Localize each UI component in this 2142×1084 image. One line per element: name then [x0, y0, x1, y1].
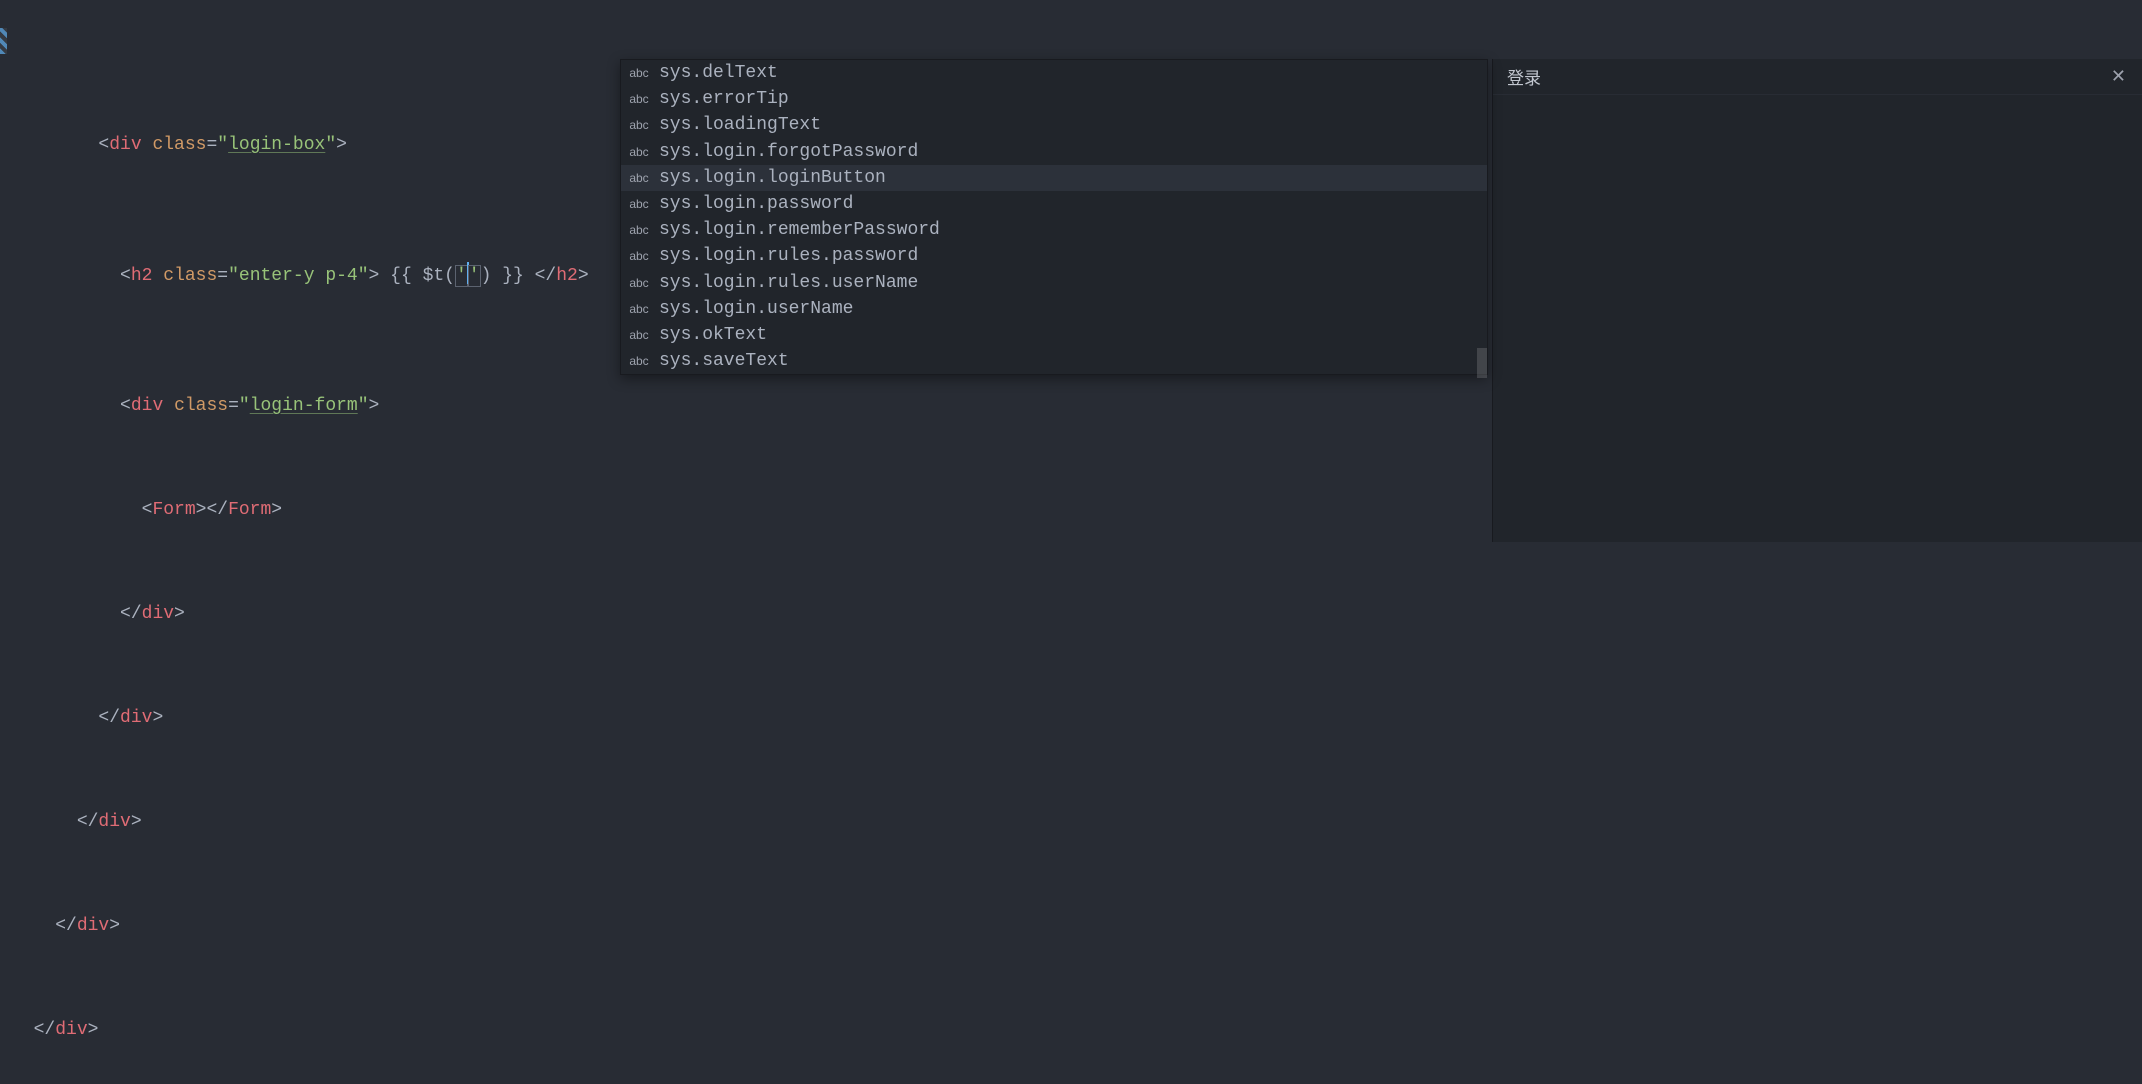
autocomplete-item-label: sys.saveText — [659, 351, 789, 371]
text-kind-icon: abc — [627, 66, 651, 80]
autocomplete-item-label: sys.login.rememberPassword — [659, 220, 940, 240]
text-kind-icon: abc — [627, 354, 651, 368]
suggestion-details-panel: 登录 ✕ — [1492, 59, 2142, 542]
text-kind-icon: abc — [627, 145, 651, 159]
autocomplete-item[interactable]: abc sys.loadingText — [621, 112, 1487, 138]
autocomplete-item-label: sys.login.rules.password — [659, 246, 918, 266]
text-kind-icon: abc — [627, 197, 651, 211]
text-kind-icon: abc — [627, 328, 651, 342]
autocomplete-item[interactable]: abc sys.delText — [621, 60, 1487, 86]
autocomplete-item-label: sys.login.userName — [659, 299, 853, 319]
autocomplete-item[interactable]: abc sys.saveText — [621, 348, 1487, 374]
text-kind-icon: abc — [627, 171, 651, 185]
autocomplete-item-label: sys.errorTip — [659, 89, 789, 109]
gutter-modified-indicator — [0, 28, 7, 54]
autocomplete-item[interactable]: abc sys.login.rememberPassword — [621, 217, 1487, 243]
string-quote: ' — [468, 265, 481, 287]
autocomplete-popup[interactable]: abc sys.delText abc sys.errorTip abc sys.load… — [620, 59, 1488, 375]
autocomplete-item[interactable]: abc sys.login.forgotPassword — [621, 139, 1487, 165]
autocomplete-item-label: sys.login.rules.userName — [659, 273, 918, 293]
text-kind-icon: abc — [627, 276, 651, 290]
autocomplete-item[interactable]: abc sys.login.rules.userName — [621, 270, 1487, 296]
text-kind-icon: abc — [627, 118, 651, 132]
attr-value: login-box — [228, 135, 325, 155]
attr-value: login-form — [250, 396, 358, 416]
text-kind-icon: abc — [627, 92, 651, 106]
text-kind-icon: abc — [627, 223, 651, 237]
attr-value: enter-y p-4 — [239, 266, 358, 286]
text-kind-icon: abc — [627, 302, 651, 316]
mustache-close: ) }} — [481, 266, 535, 286]
autocomplete-item[interactable]: abc sys.login.password — [621, 191, 1487, 217]
autocomplete-item-label: sys.okText — [659, 325, 767, 345]
mustache-open: {{ $t( — [379, 266, 455, 286]
autocomplete-item[interactable]: abc sys.login.loginButton — [621, 165, 1487, 191]
autocomplete-item[interactable]: abc sys.errorTip — [621, 86, 1487, 112]
text-kind-icon: abc — [627, 249, 651, 263]
panel-title: 登录 — [1507, 64, 2105, 89]
autocomplete-item[interactable]: abc sys.okText — [621, 322, 1487, 348]
scrollbar-thumb[interactable] — [1477, 348, 1487, 378]
autocomplete-item[interactable]: abc sys.login.rules.password — [621, 243, 1487, 269]
autocomplete-item-label: sys.loadingText — [659, 115, 821, 135]
autocomplete-item-label: sys.login.password — [659, 194, 853, 214]
autocomplete-item-label: sys.login.loginButton — [659, 168, 886, 188]
autocomplete-item[interactable]: abc sys.login.userName — [621, 296, 1487, 322]
close-icon[interactable]: ✕ — [2105, 64, 2132, 89]
autocomplete-item-label: sys.login.forgotPassword — [659, 142, 918, 162]
autocomplete-item-label: sys.delText — [659, 63, 778, 83]
